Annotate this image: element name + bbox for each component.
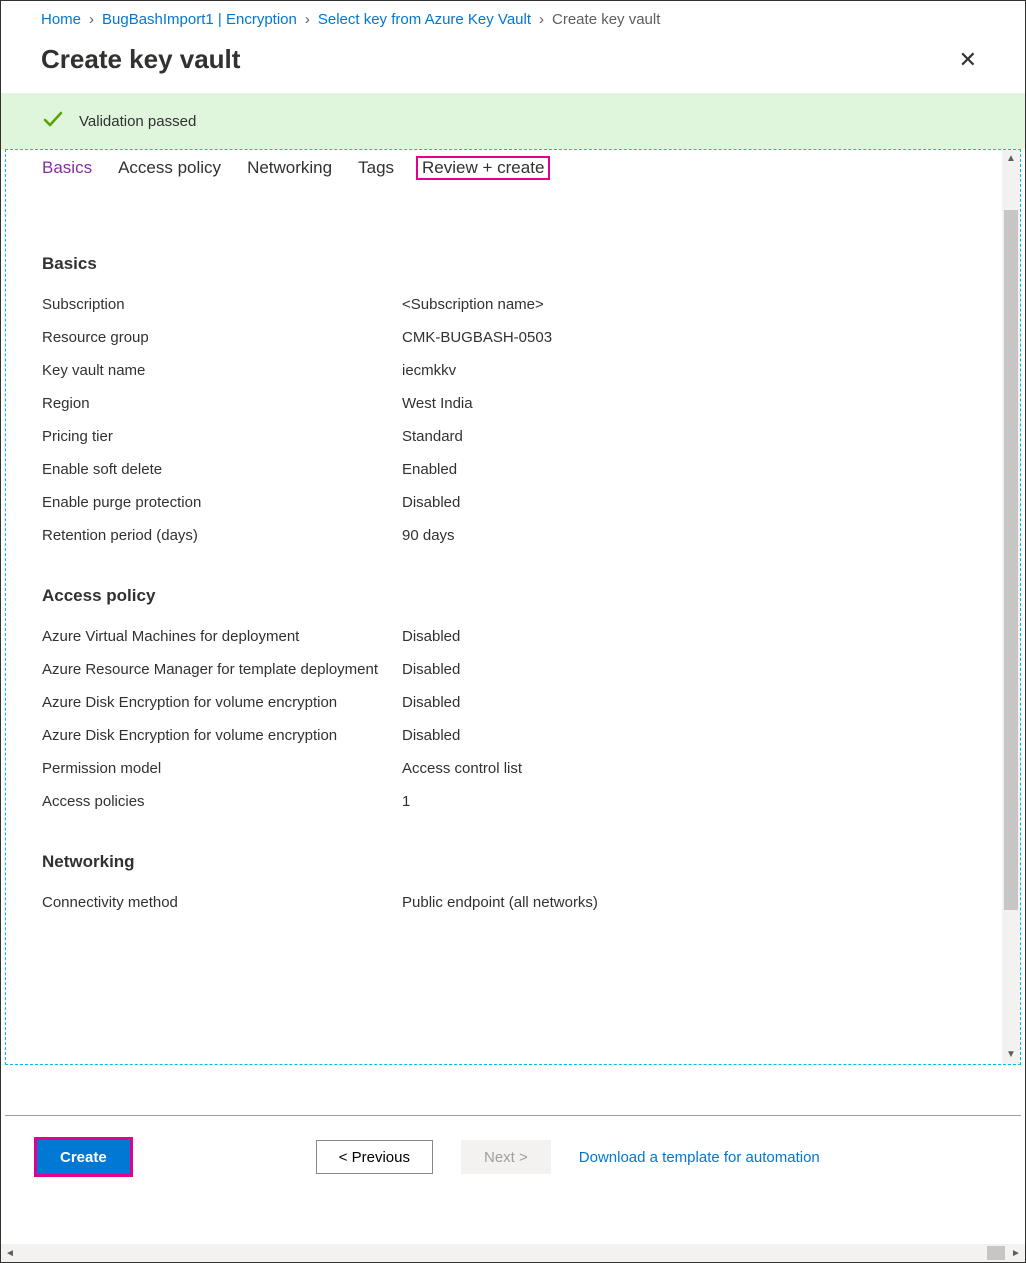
validation-banner: Validation passed [1,93,1025,149]
previous-button[interactable]: < Previous [316,1140,433,1174]
field-value: Disabled [402,727,460,744]
create-button[interactable]: Create [37,1140,130,1174]
breadcrumb-link-home[interactable]: Home [41,11,81,28]
scroll-left-icon[interactable]: ◄ [1,1248,19,1259]
field-value: Public endpoint (all networks) [402,894,598,911]
field-value: <Subscription name> [402,296,544,313]
kv-row: Enable soft deleteEnabled [42,453,984,486]
field-value: Standard [402,428,463,445]
kv-row: Retention period (days)90 days [42,519,984,552]
chevron-right-icon: › [89,11,94,28]
review-body: Basics Subscription<Subscription name> R… [6,182,1020,929]
chevron-right-icon: › [539,11,544,28]
tab-networking[interactable]: Networking [247,158,332,178]
download-template-link[interactable]: Download a template for automation [579,1149,820,1166]
field-value: West India [402,395,473,412]
field-label: Retention period (days) [42,527,402,544]
field-value: Disabled [402,694,460,711]
field-label: Enable soft delete [42,461,402,478]
field-value: Disabled [402,661,460,678]
kv-row: Connectivity methodPublic endpoint (all … [42,886,984,919]
field-value: Disabled [402,494,460,511]
field-label: Azure Disk Encryption for volume encrypt… [42,727,402,744]
chevron-right-icon: › [305,11,310,28]
breadcrumb-link-select-key[interactable]: Select key from Azure Key Vault [318,11,531,28]
field-value: iecmkkv [402,362,456,379]
kv-row: Azure Disk Encryption for volume encrypt… [42,719,984,752]
checkmark-icon [41,107,65,135]
breadcrumb-link-resource[interactable]: BugBashImport1 | Encryption [102,11,297,28]
field-value: CMK-BUGBASH-0503 [402,329,552,346]
field-label: Enable purge protection [42,494,402,511]
tabs: Basics Access policy Networking Tags Rev… [6,150,1020,182]
tab-basics[interactable]: Basics [42,158,92,178]
section-title-basics: Basics [42,254,984,274]
kv-row: Azure Resource Manager for template depl… [42,653,984,686]
field-label: Subscription [42,296,402,313]
field-value: 90 days [402,527,455,544]
section-title-networking: Networking [42,852,984,872]
field-label: Resource group [42,329,402,346]
field-value: 1 [402,793,410,810]
field-value: Disabled [402,628,460,645]
field-label: Permission model [42,760,402,777]
field-label: Access policies [42,793,402,810]
kv-row: Key vault nameiecmkkv [42,354,984,387]
breadcrumb-current: Create key vault [552,11,660,28]
scrollbar-thumb[interactable] [987,1246,1005,1260]
field-label: Azure Virtual Machines for deployment [42,628,402,645]
field-label: Connectivity method [42,894,402,911]
kv-row: Azure Disk Encryption for volume encrypt… [42,686,984,719]
field-label: Azure Disk Encryption for volume encrypt… [42,694,402,711]
blade-header: Create key vault ✕ [1,36,1025,93]
section-title-access-policy: Access policy [42,586,984,606]
kv-row: Resource groupCMK-BUGBASH-0503 [42,321,984,354]
validation-message: Validation passed [79,113,196,130]
scroll-right-icon[interactable]: ► [1007,1248,1025,1259]
horizontal-scrollbar[interactable]: ◄ ► [1,1244,1025,1262]
field-label: Pricing tier [42,428,402,445]
kv-row: Pricing tierStandard [42,420,984,453]
kv-row: Access policies1 [42,785,984,818]
field-label: Azure Resource Manager for template depl… [42,661,402,678]
kv-row: Enable purge protectionDisabled [42,486,984,519]
scroll-up-icon[interactable]: ▲ [1002,150,1020,168]
vertical-scrollbar[interactable]: ▲ ▼ [1002,150,1020,1064]
kv-row: Permission modelAccess control list [42,752,984,785]
close-icon[interactable]: ✕ [951,45,985,75]
field-value: Access control list [402,760,522,777]
scroll-down-icon[interactable]: ▼ [1002,1046,1020,1064]
field-label: Region [42,395,402,412]
content-frame: Basics Access policy Networking Tags Rev… [5,149,1021,1065]
kv-row: Subscription<Subscription name> [42,288,984,321]
tab-access-policy[interactable]: Access policy [118,158,221,178]
page-title: Create key vault [41,44,240,75]
field-value: Enabled [402,461,457,478]
tab-tags[interactable]: Tags [358,158,394,178]
field-label: Key vault name [42,362,402,379]
tab-review-create[interactable]: Review + create [416,156,550,180]
wizard-footer: Create < Previous Next > Download a temp… [5,1115,1021,1198]
scrollbar-thumb[interactable] [1004,210,1018,910]
kv-row: Azure Virtual Machines for deploymentDis… [42,620,984,653]
breadcrumb: Home › BugBashImport1 | Encryption › Sel… [1,1,1025,36]
next-button: Next > [461,1140,551,1174]
kv-row: RegionWest India [42,387,984,420]
